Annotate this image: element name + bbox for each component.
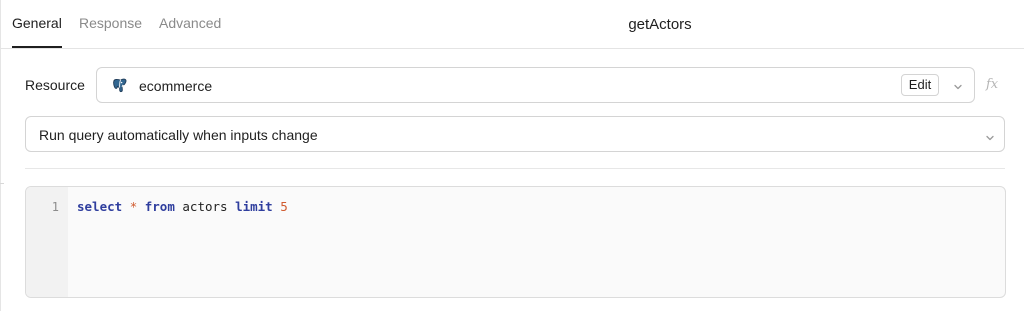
sql-keyword-select: select	[77, 199, 123, 214]
sql-code-editor[interactable]: 1 select * from actors limit 5	[25, 186, 1006, 298]
sql-operator-star: *	[129, 199, 138, 214]
query-name-title[interactable]: getActors	[560, 16, 760, 34]
tab-advanced[interactable]: Advanced	[159, 14, 221, 32]
sql-keyword-limit: limit	[235, 199, 273, 214]
chevron-down-icon[interactable]	[953, 79, 963, 90]
edit-resource-button[interactable]: Edit	[901, 74, 939, 96]
sql-keyword-from: from	[144, 199, 175, 214]
active-tab-indicator	[12, 46, 62, 48]
postgres-elephant-icon	[111, 76, 129, 94]
resource-select[interactable]: ecommerce Edit	[96, 67, 975, 103]
chevron-down-icon	[985, 130, 995, 141]
line-number: 1	[51, 200, 59, 214]
run-trigger-select[interactable]: Run query automatically when inputs chan…	[25, 116, 1005, 152]
fx-icon[interactable]: fx	[986, 76, 998, 94]
panel-left-tick	[0, 183, 4, 184]
tab-response[interactable]: Response	[79, 14, 142, 32]
tab-general[interactable]: General	[12, 14, 62, 32]
section-divider	[25, 168, 1005, 169]
sql-table-name: actors	[182, 199, 228, 214]
resource-value: ecommerce	[139, 78, 213, 94]
resource-label: Resource	[25, 77, 85, 93]
code-line[interactable]: select * from actors limit 5	[77, 199, 288, 215]
run-trigger-value: Run query automatically when inputs chan…	[39, 127, 318, 143]
tab-bar: General Response Advanced getActors	[0, 0, 1024, 49]
line-number-gutter: 1	[26, 187, 68, 297]
sql-limit-number: 5	[280, 199, 288, 214]
